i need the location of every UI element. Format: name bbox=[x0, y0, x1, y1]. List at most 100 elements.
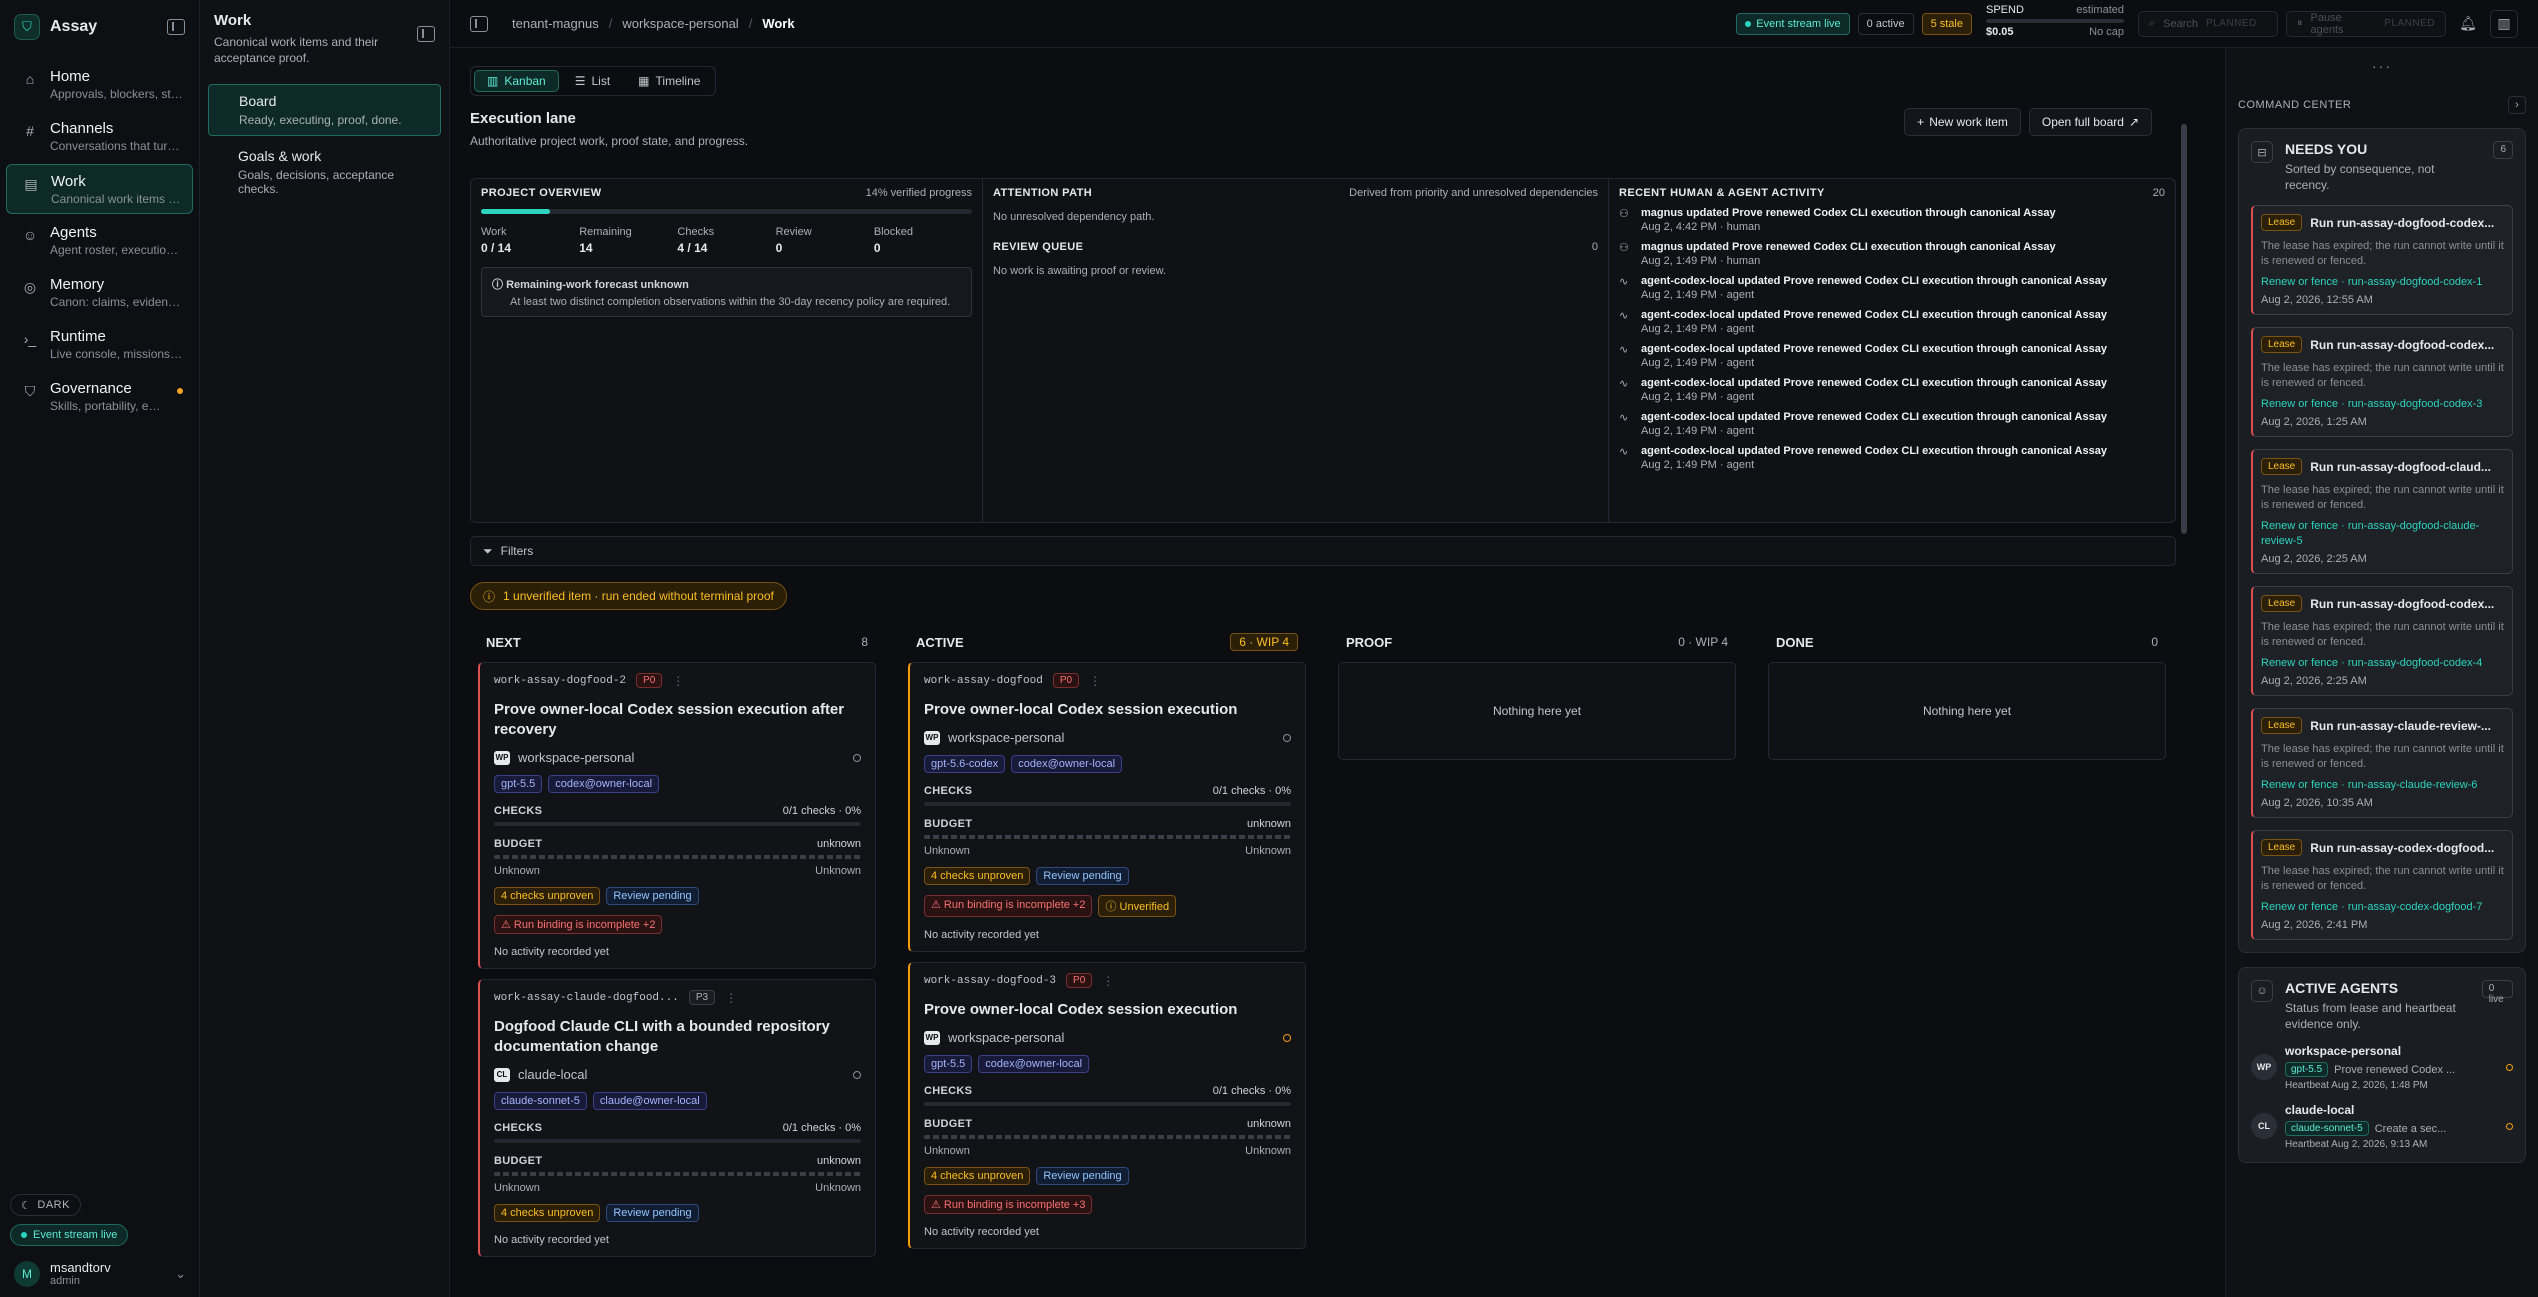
column-proof: PROOF 0 · WIP 4 Nothing here yet bbox=[1338, 632, 1736, 760]
open-full-board-button[interactable]: Open full board ↗ bbox=[2028, 108, 2152, 136]
tab-kanban[interactable]: ▥ Kanban bbox=[474, 70, 559, 92]
activity-item[interactable]: ∿ agent-codex-local updated Prove renewed… bbox=[1619, 445, 2165, 471]
renew-or-fence-link[interactable]: Renew or fence · run-assay-dogfood-claud… bbox=[2261, 519, 2504, 549]
terminal-icon: ›_ bbox=[23, 331, 37, 347]
activity-item[interactable]: ∿ agent-codex-local updated Prove renewed… bbox=[1619, 343, 2165, 369]
drag-handle-icon[interactable]: ⋮ bbox=[1089, 674, 1101, 688]
subnav-collapse-icon[interactable] bbox=[417, 26, 435, 42]
lease-card[interactable]: Lease Run run-assay-dogfood-codex... The l… bbox=[2251, 586, 2513, 696]
sidebar-item-channels[interactable]: # Channels Conversations that turn t... bbox=[6, 112, 193, 162]
budget-bar bbox=[494, 855, 861, 859]
breadcrumb-workspace[interactable]: workspace-personal bbox=[622, 16, 738, 31]
stale-count-badge[interactable]: 5 stale bbox=[1921, 12, 1972, 35]
subnav-item-board[interactable]: Board Ready, executing, proof, done. bbox=[208, 84, 441, 136]
activity-title: agent-codex-local updated Prove renewed … bbox=[1641, 377, 2107, 389]
activity-icon: ∿ bbox=[1619, 310, 1629, 322]
review-tag[interactable]: Review pending bbox=[606, 887, 699, 905]
work-card[interactable]: work-assay-claude-dogfood... P3 ⋮ Dogfood C… bbox=[478, 979, 876, 1257]
active-count-badge[interactable]: 0 active bbox=[1857, 12, 1914, 35]
activity-item[interactable]: ∿ agent-codex-local updated Prove renewed… bbox=[1619, 377, 2165, 403]
sidebar-item-governance[interactable]: ⛉ Governance Skills, portability, event l… bbox=[6, 372, 193, 422]
unverified-warning[interactable]: ⓘ 1 unverified item · run ended without t… bbox=[470, 582, 787, 610]
subnav-item-goals[interactable]: Goals & work Goals, decisions, acceptanc… bbox=[208, 140, 441, 196]
bell-icon[interactable]: 🔔︎ bbox=[2454, 10, 2482, 38]
lease-list: Lease Run run-assay-dogfood-codex... The l… bbox=[2251, 205, 2513, 940]
theme-toggle[interactable]: ☾ DARK bbox=[10, 1194, 81, 1216]
workspace-badge: CL bbox=[494, 1067, 510, 1082]
renew-or-fence-link[interactable]: Renew or fence · run-assay-claude-review… bbox=[2261, 778, 2504, 793]
nav-title: Channels bbox=[50, 120, 114, 137]
pause-agents-button[interactable]: ⏸ Pause agents PLANNED bbox=[2286, 10, 2446, 37]
unproven-tag[interactable]: 4 checks unproven bbox=[924, 867, 1031, 885]
sidebar-item-home[interactable]: ⌂ Home Approvals, blockers, stal... bbox=[6, 60, 193, 110]
chevron-right-icon[interactable]: › bbox=[2508, 96, 2526, 114]
tab-timeline[interactable]: ▦ Timeline bbox=[626, 70, 712, 92]
lease-card[interactable]: Lease Run run-assay-dogfood-claud... The l… bbox=[2251, 449, 2513, 574]
panel-right-icon[interactable]: ▥ bbox=[2490, 9, 2518, 38]
run-binding-alert[interactable]: ⚠ Run binding is incomplete +2 bbox=[924, 895, 1093, 917]
review-tag[interactable]: Review pending bbox=[1036, 867, 1129, 885]
unverified-tag[interactable]: ⓘ Unverified bbox=[1098, 895, 1177, 917]
agent-row[interactable]: CL claude-local claude-sonnet-5 Create a se… bbox=[2251, 1103, 2513, 1150]
drag-handle-icon[interactable]: ⋮ bbox=[725, 991, 737, 1005]
activity-item[interactable]: ∿ agent-codex-local updated Prove renewed… bbox=[1619, 411, 2165, 437]
column-title: ACTIVE bbox=[916, 634, 964, 650]
activity-item[interactable]: ⚇ magnus updated Prove renewed Codex CLI … bbox=[1619, 241, 2165, 267]
lease-card[interactable]: Lease Run run-assay-dogfood-codex... The l… bbox=[2251, 205, 2513, 315]
event-stream-status: Event stream live bbox=[10, 1224, 129, 1246]
run-binding-alert[interactable]: ⚠ Run binding is incomplete +3 bbox=[924, 1195, 1093, 1214]
main-scrollbar[interactable] bbox=[2180, 108, 2188, 1293]
activity-item[interactable]: ⚇ magnus updated Prove renewed Codex CLI … bbox=[1619, 207, 2165, 233]
more-icon[interactable]: ··· bbox=[2226, 58, 2538, 74]
renew-or-fence-link[interactable]: Renew or fence · run-assay-dogfood-codex… bbox=[2261, 397, 2504, 412]
sidebar-item-agents[interactable]: ☺ Agents Agent roster, execution ... bbox=[6, 216, 193, 266]
renew-or-fence-link[interactable]: Renew or fence · run-assay-dogfood-codex… bbox=[2261, 275, 2504, 290]
review-queue-title: REVIEW QUEUE bbox=[993, 241, 1084, 253]
unproven-tag[interactable]: 4 checks unproven bbox=[494, 887, 601, 905]
scrollbar-thumb[interactable] bbox=[2181, 124, 2187, 534]
status-dot-icon bbox=[2506, 1064, 2513, 1071]
work-item-id: work-assay-dogfood bbox=[924, 674, 1043, 687]
activity-column: RECENT HUMAN & AGENT ACTIVITY 20 ⚇ magnus … bbox=[1609, 179, 2175, 522]
unproven-tag[interactable]: 4 checks unproven bbox=[494, 1204, 601, 1222]
unproven-tag[interactable]: 4 checks unproven bbox=[924, 1167, 1031, 1185]
review-tag[interactable]: Review pending bbox=[606, 1204, 699, 1222]
checks-value: 0/1 checks · 0% bbox=[1212, 785, 1291, 797]
card-header: work-assay-dogfood-3 P0 ⋮ bbox=[924, 973, 1291, 988]
activity-item[interactable]: ∿ agent-codex-local updated Prove renewed… bbox=[1619, 309, 2165, 335]
activity-item[interactable]: ∿ agent-codex-local updated Prove renewed… bbox=[1619, 275, 2165, 301]
renew-or-fence-link[interactable]: Renew or fence · run-assay-dogfood-codex… bbox=[2261, 656, 2504, 671]
lease-header: Lease Run run-assay-dogfood-claud... bbox=[2261, 458, 2504, 475]
lease-card[interactable]: Lease Run run-assay-claude-review-... The … bbox=[2251, 708, 2513, 818]
work-card[interactable]: work-assay-dogfood P0 ⋮ Prove owner-local C… bbox=[908, 662, 1306, 952]
subnav-item-desc: Goals, decisions, acceptance checks. bbox=[238, 168, 395, 196]
live-dot-icon bbox=[21, 1232, 27, 1238]
checks-row: CHECKS 0/1 checks · 0% bbox=[494, 1122, 861, 1134]
review-tag[interactable]: Review pending bbox=[1036, 1167, 1129, 1185]
work-card[interactable]: work-assay-dogfood-3 P0 ⋮ Prove owner-local… bbox=[908, 962, 1306, 1249]
run-binding-alert[interactable]: ⚠ Run binding is incomplete +2 bbox=[494, 915, 663, 934]
new-work-item-button[interactable]: + New work item bbox=[1904, 108, 2021, 136]
lease-card[interactable]: Lease Run run-assay-dogfood-codex... The l… bbox=[2251, 327, 2513, 437]
tab-list[interactable]: ☰ List bbox=[563, 70, 622, 92]
agent-row[interactable]: WP workspace-personal gpt-5.5 Prove renewed… bbox=[2251, 1044, 2513, 1091]
sidebar-item-runtime[interactable]: ›_ Runtime Live console, missions, a... bbox=[6, 320, 193, 370]
sidebar-item-work[interactable]: ▤ Work Canonical work items an... bbox=[6, 164, 193, 214]
verified-progress: 14% verified progress bbox=[865, 187, 972, 199]
budget-limit: Unknown bbox=[1245, 1145, 1291, 1157]
lease-title: Run run-assay-dogfood-codex... bbox=[2310, 337, 2495, 352]
filters-bar[interactable]: ⏷ Filters bbox=[470, 536, 2176, 566]
work-card[interactable]: work-assay-dogfood-2 P0 ⋮ Prove owner-local… bbox=[478, 662, 876, 969]
sidebar-collapse-icon[interactable] bbox=[167, 19, 185, 35]
search-input[interactable]: ⌕ Search PLANNED bbox=[2138, 10, 2278, 37]
activity-icon: ∿ bbox=[1619, 412, 1629, 424]
breadcrumb-tenant[interactable]: tenant-magnus bbox=[512, 16, 599, 31]
lease-card[interactable]: Lease Run run-assay-codex-dogfood... The l… bbox=[2251, 830, 2513, 940]
user-menu[interactable]: M msandtorv admin ⌄ bbox=[10, 1260, 190, 1287]
panel-toggle-icon[interactable] bbox=[470, 15, 488, 32]
renew-or-fence-link[interactable]: Renew or fence · run-assay-codex-dogfood… bbox=[2261, 900, 2504, 915]
activity-count: 20 bbox=[2152, 187, 2165, 199]
drag-handle-icon[interactable]: ⋮ bbox=[672, 674, 684, 688]
sidebar-item-memory[interactable]: ◎ Memory Canon: claims, evidence, ... bbox=[6, 268, 193, 318]
drag-handle-icon[interactable]: ⋮ bbox=[1102, 974, 1114, 988]
